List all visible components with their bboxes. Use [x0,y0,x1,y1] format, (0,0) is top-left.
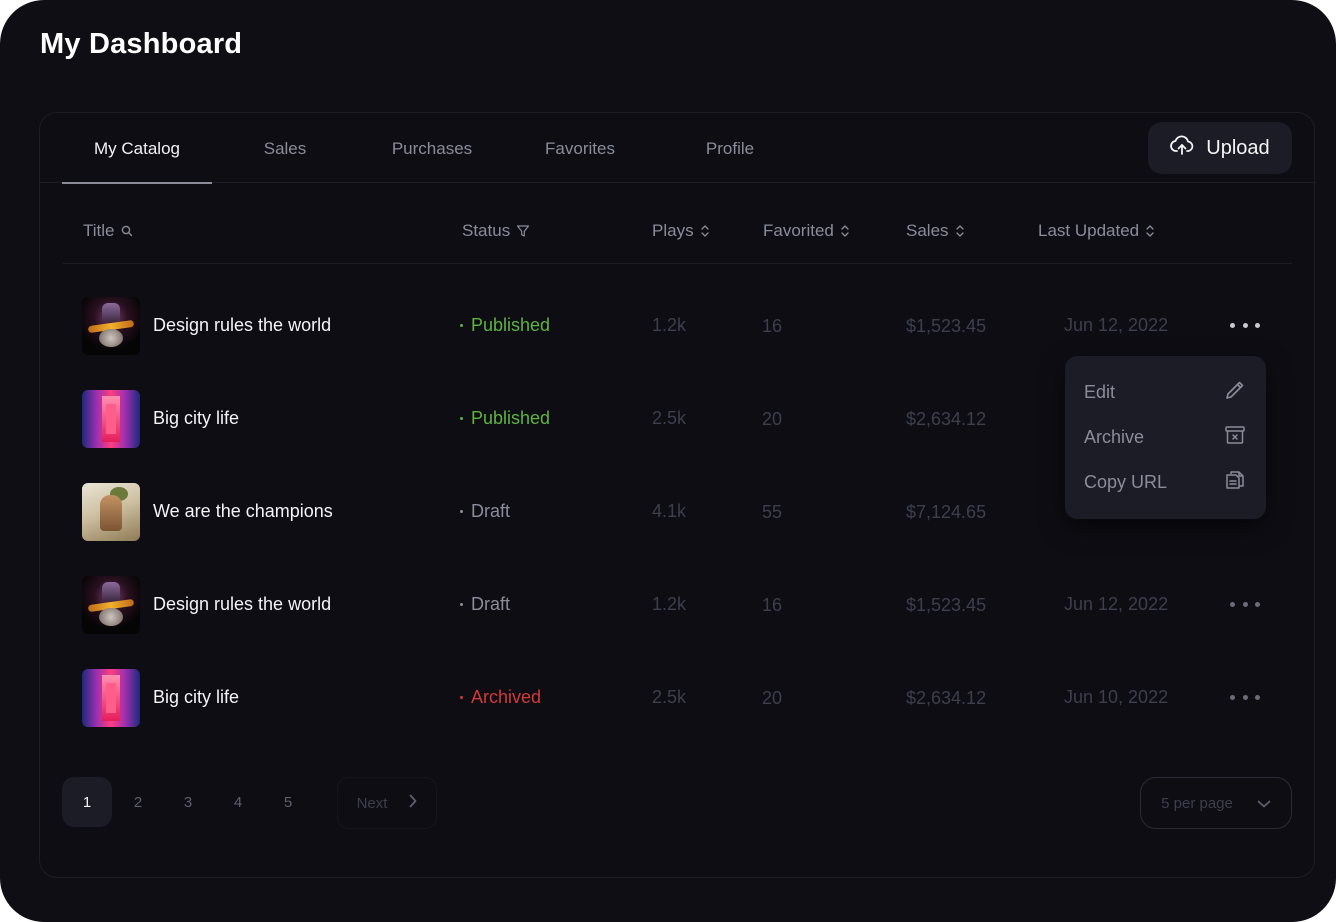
archive-box-icon [1224,424,1246,451]
column-title[interactable]: Title [83,183,133,264]
plays-value: 2.5k [652,408,687,428]
cloud-upload-icon [1170,134,1194,162]
status-badge: Archived [460,687,541,708]
status-badge: Published [460,408,550,429]
sort-icon [700,223,710,239]
page-1-button[interactable]: 1 [62,777,112,827]
track-artwork [82,390,140,448]
column-plays[interactable]: Plays [652,183,710,264]
updated-value: Jun 12, 2022 [1064,315,1169,335]
tab-bar: My Catalog Sales Purchases Favorites Pro… [40,113,1314,184]
track-artwork [82,669,140,727]
menu-item-copy-url[interactable]: Copy URL [1084,464,1246,500]
sales-value: $7,124.65 [906,502,987,522]
plays-value: 1.2k [652,315,687,335]
column-sales[interactable]: Sales [906,183,965,264]
row-actions-menu: Edit Archive Copy URL [1065,356,1266,519]
next-page-button[interactable]: Next [337,777,437,829]
page-5-button[interactable]: 5 [263,777,313,827]
more-options-button[interactable] [1230,594,1260,614]
updated-value: Jun 10, 2022 [1064,687,1169,707]
sort-icon [1145,223,1155,239]
column-favorited[interactable]: Favorited [763,183,850,264]
menu-item-archive[interactable]: Archive [1084,419,1246,455]
pencil-icon [1224,379,1246,406]
track-artwork [82,576,140,634]
favorited-value: 55 [762,502,783,522]
favorited-value: 16 [762,316,783,336]
tab-purchases[interactable]: Purchases [377,113,487,183]
page-4-button[interactable]: 4 [213,777,263,827]
track-artwork [82,483,140,541]
page-3-button[interactable]: 3 [163,777,213,827]
status-badge: Draft [460,501,510,522]
upload-label: Upload [1206,136,1270,159]
sort-icon [840,223,850,239]
tab-favorites[interactable]: Favorites [530,113,630,183]
filter-icon [516,224,530,238]
more-options-button[interactable] [1230,687,1260,707]
column-status[interactable]: Status [462,183,530,264]
sort-icon [955,223,965,239]
page-title: My Dashboard [40,28,243,60]
catalog-card: My Catalog Sales Purchases Favorites Pro… [39,112,1315,878]
track-title: Big city life [153,408,240,428]
table-row[interactable]: Big city life Archived 2.5k 20 $2,634.12… [40,651,1314,744]
more-options-button[interactable] [1230,315,1260,335]
plays-value: 4.1k [652,501,687,521]
favorited-value: 20 [762,688,783,708]
favorited-value: 20 [762,409,783,429]
track-title: Big city life [153,687,240,707]
per-page-select[interactable]: 5 per page [1140,777,1292,829]
track-artwork [82,297,140,355]
sales-value: $1,523.45 [906,595,987,615]
tab-my-catalog[interactable]: My Catalog [62,113,212,184]
sales-value: $1,523.45 [906,316,987,336]
column-last-updated[interactable]: Last Updated [1038,183,1155,264]
table-header: Title Status Plays Favorited Sales Last … [63,183,1292,264]
status-badge: Draft [460,594,510,615]
copy-icon [1224,469,1246,496]
favorited-value: 16 [762,595,783,615]
sales-value: $2,634.12 [906,688,987,708]
tab-profile[interactable]: Profile [680,113,780,183]
menu-item-edit[interactable]: Edit [1084,374,1246,410]
plays-value: 2.5k [652,687,687,707]
page-2-button[interactable]: 2 [113,777,163,827]
search-icon [121,225,133,237]
track-title: Design rules the world [153,315,332,335]
chevron-down-icon [1257,795,1271,812]
plays-value: 1.2k [652,594,687,614]
table-row[interactable]: Design rules the world Draft 1.2k 16 $1,… [40,558,1314,651]
track-title: We are the champions [153,501,333,521]
app-window: My Dashboard My Catalog Sales Purchases … [0,0,1336,922]
tab-sales[interactable]: Sales [235,113,335,183]
status-badge: Published [460,315,550,336]
sales-value: $2,634.12 [906,409,987,429]
updated-value: Jun 12, 2022 [1064,594,1169,614]
upload-button[interactable]: Upload [1148,122,1292,174]
track-title: Design rules the world [153,594,332,614]
chevron-right-icon [409,794,417,812]
